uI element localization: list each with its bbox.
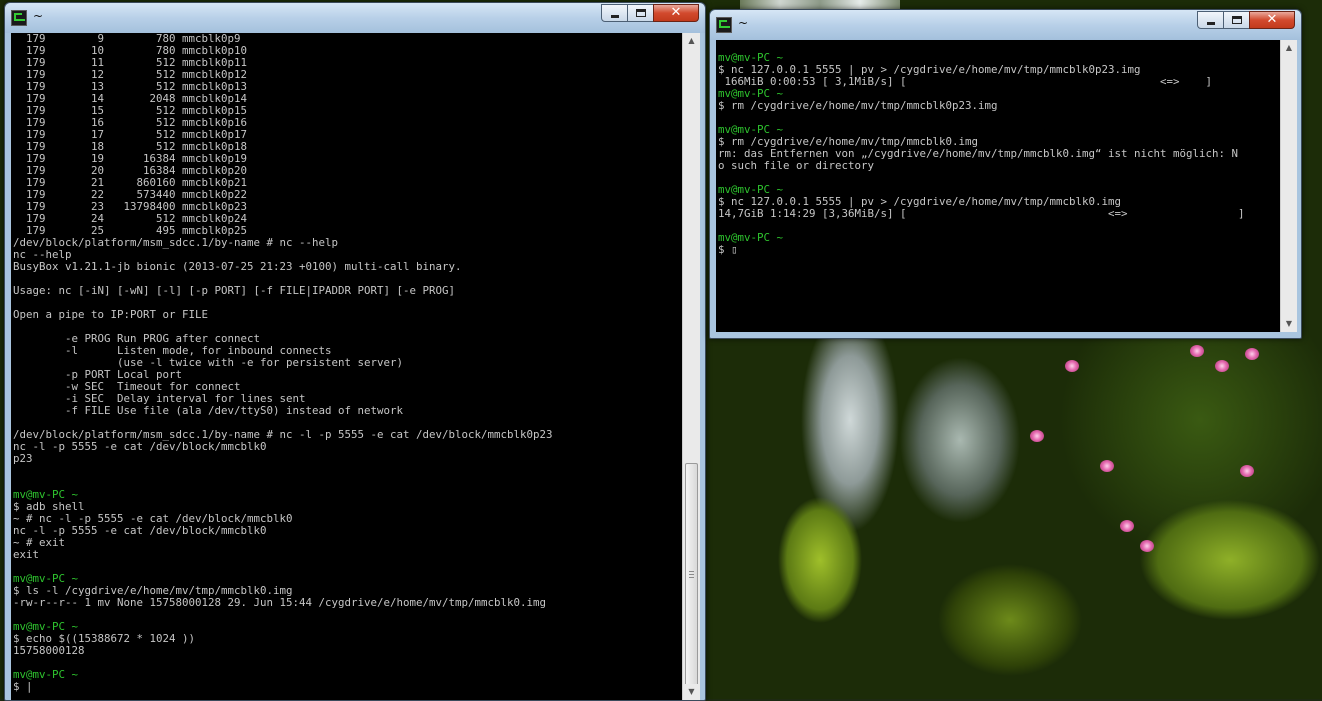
output-line: $ | bbox=[13, 680, 33, 693]
thumb-grip bbox=[689, 574, 694, 575]
close-icon: ✕ bbox=[670, 5, 682, 20]
vertical-scrollbar[interactable]: ▲ ▼ bbox=[1280, 40, 1297, 332]
window-titlebar[interactable]: ~ ✕ bbox=[710, 10, 1301, 40]
terminal-output[interactable]: mv@mv-PC ~ $ nc 127.0.0.1 5555 | pv > /cy… bbox=[716, 40, 1280, 332]
prompt-line: mv@mv-PC ~ bbox=[718, 231, 784, 244]
terminal-output[interactable]: 179 9 780 mmcblk0p9 179 10 780 mmcblk0p1… bbox=[11, 33, 682, 700]
mintty-icon[interactable] bbox=[716, 17, 732, 33]
output-line: ~ # exit bbox=[13, 536, 66, 549]
terminal-window-left[interactable]: ~ ✕ 179 9 780 mmcblk0p9 179 10 780 mmcbl… bbox=[4, 2, 706, 701]
output-line: -f FILE Use file (ala /dev/ttyS0) instea… bbox=[13, 404, 404, 417]
scroll-down-icon[interactable]: ▼ bbox=[683, 684, 700, 700]
output-line: BusyBox v1.21.1-jb bionic (2013-07-25 21… bbox=[13, 260, 462, 273]
scroll-up-icon[interactable]: ▲ bbox=[1281, 40, 1297, 56]
output-line: Usage: nc [-iN] [-wN] [-l] [-p PORT] [-f… bbox=[13, 284, 456, 297]
wallpaper-flower bbox=[1030, 430, 1044, 442]
output-line: -rw-r--r-- 1 mv None 15758000128 29. Jun… bbox=[13, 596, 547, 609]
output-line: Open a pipe to IP:PORT or FILE bbox=[13, 308, 209, 321]
prompt-line: mv@mv-PC ~ bbox=[13, 668, 79, 681]
wallpaper-flower bbox=[1100, 460, 1114, 472]
wallpaper-flower bbox=[1245, 348, 1259, 360]
terminal-window-right[interactable]: ~ ✕ mv@mv-PC ~ $ nc 127.0.0.1 5555 | pv >… bbox=[709, 9, 1302, 339]
output-line: 15758000128 bbox=[13, 644, 85, 657]
output-line: p23 bbox=[13, 452, 33, 465]
close-button[interactable]: ✕ bbox=[1249, 11, 1295, 29]
close-button[interactable]: ✕ bbox=[653, 4, 699, 22]
minimize-button[interactable] bbox=[601, 4, 628, 22]
output-line: $ echo $((15388672 * 1024 )) bbox=[13, 632, 196, 645]
wallpaper-flower bbox=[1065, 360, 1079, 372]
close-icon: ✕ bbox=[1266, 12, 1278, 27]
output-line: $ ▯ bbox=[718, 243, 738, 256]
maximize-icon bbox=[1232, 16, 1242, 24]
window-title: ~ bbox=[738, 16, 749, 30]
scroll-down-icon[interactable]: ▼ bbox=[1281, 316, 1297, 332]
output-line: 14,7GiB 1:14:29 [3,36MiB/s] [ <=> ] bbox=[718, 207, 1245, 220]
scroll-up-icon[interactable]: ▲ bbox=[683, 33, 700, 49]
minimize-icon bbox=[1207, 22, 1215, 25]
window-titlebar[interactable]: ~ ✕ bbox=[5, 3, 705, 33]
output-line: 166MiB 0:00:53 [ 3,1MiB/s] [ <=> ] bbox=[718, 75, 1213, 88]
vertical-scrollbar[interactable]: ▲ ▼ bbox=[682, 33, 700, 700]
window-title: ~ bbox=[33, 9, 44, 23]
output-line: nc -l -p 5555 -e cat /dev/block/mmcblk0 bbox=[13, 524, 267, 537]
minimize-button[interactable] bbox=[1197, 11, 1224, 29]
wallpaper-flower bbox=[1190, 345, 1204, 357]
terminal-text: mv@mv-PC ~ $ nc 127.0.0.1 5555 | pv > /cy… bbox=[716, 40, 1280, 256]
output-line: $ rm /cygdrive/e/home/mv/tmp/mmcblk0p23.… bbox=[718, 99, 998, 112]
maximize-icon bbox=[636, 9, 646, 17]
wallpaper-flower bbox=[1140, 540, 1154, 552]
wallpaper-flower bbox=[1120, 520, 1134, 532]
terminal-text: 179 9 780 mmcblk0p9 179 10 780 mmcblk0p1… bbox=[11, 33, 682, 693]
maximize-button[interactable] bbox=[627, 4, 654, 22]
prompt-line: mv@mv-PC ~ bbox=[13, 488, 79, 501]
thumb-grip bbox=[689, 577, 694, 578]
output-line: exit bbox=[13, 548, 40, 561]
scrollbar-thumb[interactable] bbox=[685, 463, 698, 687]
output-line: o such file or directory bbox=[718, 159, 875, 172]
wallpaper-flower bbox=[1215, 360, 1229, 372]
minimize-icon bbox=[611, 15, 619, 18]
output-line: nc -l -p 5555 -e cat /dev/block/mmcblk0 bbox=[13, 440, 267, 453]
thumb-grip bbox=[689, 571, 694, 572]
maximize-button[interactable] bbox=[1223, 11, 1250, 29]
output-line: /dev/block/platform/msm_sdcc.1/by-name #… bbox=[13, 236, 339, 249]
mintty-icon[interactable] bbox=[11, 10, 27, 26]
wallpaper-flower bbox=[1240, 465, 1254, 477]
